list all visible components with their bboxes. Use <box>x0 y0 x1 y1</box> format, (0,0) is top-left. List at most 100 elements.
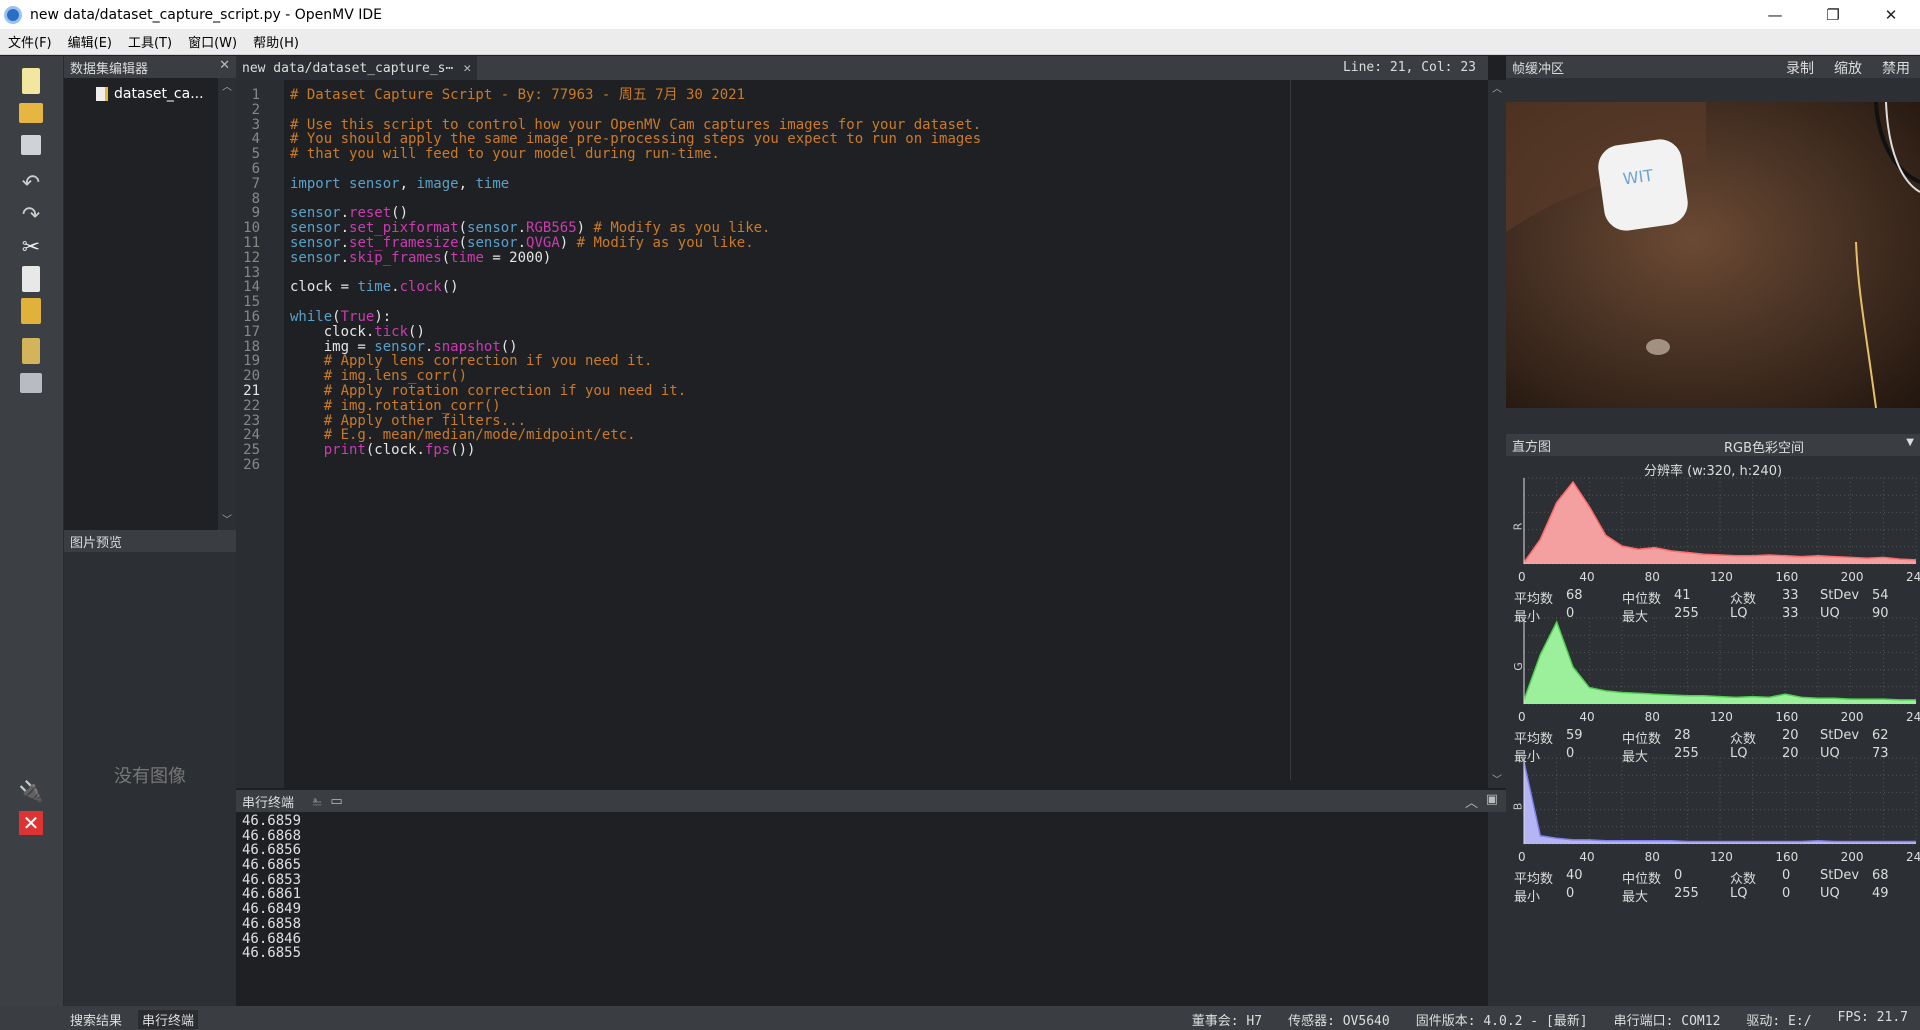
stat-label: 中位数 <box>1622 732 1662 747</box>
stat-value: 255 <box>1674 886 1699 901</box>
stat-label: StDev <box>1820 588 1860 603</box>
connect-icon: 🔌 <box>18 779 44 803</box>
copy-icon <box>22 266 40 292</box>
serial-output-line: 46.6856 <box>242 842 302 859</box>
openmv-ide-window: new data/dataset_capture_script.py - Ope… <box>0 0 1920 1030</box>
dataset-scrollbar[interactable]: ︿ ﹀ <box>218 78 236 530</box>
menu-help[interactable]: 帮助(H) <box>245 32 307 51</box>
stop-button[interactable]: ✕ <box>14 808 48 838</box>
tick-label: 200 <box>1840 570 1864 584</box>
redo-icon: ↷ <box>21 202 41 228</box>
window-title: new data/dataset_capture_script.py - Ope… <box>30 6 382 23</box>
serial-scrollbar[interactable] <box>1488 812 1506 1006</box>
code-line: sensor.skip_frames(time = 2000) <box>290 249 552 266</box>
close-window-button[interactable]: ✕ <box>1862 0 1920 29</box>
zoom-button[interactable]: 缩放 <box>1824 56 1872 80</box>
cut-button[interactable]: ✂ <box>14 232 48 262</box>
stat-value: 20 <box>1782 728 1799 743</box>
code-line: import sensor, image, time <box>290 175 510 192</box>
undo-button[interactable]: ↶ <box>14 168 48 198</box>
serial-output-line: 46.6865 <box>242 857 302 874</box>
minimize-button[interactable]: — <box>1746 0 1804 29</box>
stat-label: 中位数 <box>1622 592 1662 607</box>
stat-label: 中位数 <box>1622 872 1662 887</box>
save-icon <box>21 135 41 155</box>
stat-value: 59 <box>1566 728 1583 743</box>
tick-label: 120 <box>1710 710 1733 724</box>
color-space-select[interactable]: RGB色彩空间 <box>1724 437 1804 456</box>
stat-value: 0 <box>1782 868 1791 883</box>
save-button[interactable] <box>14 130 48 160</box>
dataset-tree: dataset_ca... <box>64 78 218 530</box>
new-file-button[interactable] <box>14 66 48 96</box>
disable-button[interactable]: 禁用 <box>1872 56 1920 80</box>
serial-terminal-header: 串行终端 ⎁ ▭ ︿ ▣ <box>236 790 1506 812</box>
menu-window[interactable]: 窗口(W) <box>180 32 245 51</box>
search-results-tab[interactable]: 搜索结果 <box>70 1010 122 1029</box>
serial-terminal-title: 串行终端 <box>242 795 295 811</box>
copy-button[interactable] <box>14 264 48 294</box>
dataset-capture-icon <box>20 373 42 393</box>
clear-terminal-icon[interactable]: ⎁ <box>312 794 322 809</box>
stats-row: 最小 0 最大 255 LQ 0 UQ 49 <box>1514 886 1920 905</box>
stat-value: 0 <box>1566 886 1575 901</box>
firmware-status[interactable]: 固件版本: 4.0.2 - [最新] <box>1416 1010 1588 1029</box>
paste-button[interactable] <box>14 296 48 326</box>
stat-value: 62 <box>1872 728 1889 743</box>
editor-tab[interactable]: new data/dataset_capture_s⋯ ✕ <box>236 56 478 80</box>
stat-label: 平均数 <box>1514 872 1554 887</box>
code-line: clock = time.clock() <box>290 279 459 296</box>
histogram-b: B04080120160200240平均数40中位数0众数0StDev68最小0… <box>1506 756 1920 926</box>
close-tab-icon[interactable]: ✕ <box>463 61 471 76</box>
capture-dataset-button[interactable] <box>14 368 48 398</box>
tick-label: 120 <box>1710 850 1733 864</box>
close-panel-icon[interactable]: ✕ <box>219 58 230 73</box>
cursor-position: Line: 21, Col: 23 <box>1342 60 1476 75</box>
dataset-editor-header: 数据集编辑器 ✕ <box>64 56 236 78</box>
stat-value: 68 <box>1566 588 1583 603</box>
maximize-terminal-icon[interactable]: ▣ <box>1486 792 1498 807</box>
frame-buffer-header: 帧缓冲区 录制 缩放 禁用 <box>1506 56 1920 78</box>
tick-label: 80 <box>1644 850 1660 864</box>
serial-output-line: 46.6859 <box>242 813 302 829</box>
save-terminal-icon[interactable]: ▭ <box>330 794 342 809</box>
serial-terminal-tab[interactable]: 串行终端 <box>138 1010 199 1029</box>
stat-label: 最小 <box>1514 890 1541 905</box>
tick-label: 240 <box>1906 710 1920 724</box>
redo-button[interactable]: ↷ <box>14 200 48 230</box>
code-text-area[interactable]: # Dataset Capture Script - By: 77963 - 周… <box>286 80 1416 788</box>
code-line: # that you will feed to your model durin… <box>290 146 720 163</box>
stat-label: 众数 <box>1730 592 1757 607</box>
menu-tools[interactable]: 工具(T) <box>120 32 180 51</box>
collapse-terminal-icon[interactable]: ︿ <box>1465 792 1478 811</box>
stat-label: LQ <box>1730 886 1748 901</box>
menu-edit[interactable]: 编辑(E) <box>60 32 120 51</box>
menu-file[interactable]: 文件(F) <box>0 32 60 51</box>
restore-button[interactable]: ❐ <box>1804 0 1862 29</box>
camera-frame-svg: WIT <box>1506 102 1920 408</box>
histogram-plot <box>1523 477 1917 565</box>
tick-label: 0 <box>1518 850 1526 864</box>
new-dataset-button[interactable] <box>14 336 48 366</box>
tick-label: 200 <box>1840 850 1864 864</box>
record-button[interactable]: 录制 <box>1776 56 1824 80</box>
chevron-down-icon[interactable]: ▼ <box>1906 437 1914 448</box>
open-file-button[interactable] <box>14 98 48 128</box>
connect-button[interactable]: 🔌 <box>14 776 48 806</box>
tick-label: 160 <box>1775 710 1799 724</box>
serial-output-line: 46.6861 <box>242 886 302 903</box>
dataset-tree-item[interactable]: dataset_ca... <box>96 86 204 102</box>
tick-label: 240 <box>1906 850 1920 864</box>
histogram-title: 直方图 <box>1512 439 1552 455</box>
frame-buffer-panel: 帧缓冲区 录制 缩放 禁用 WIT 直方图 RGB色彩空间 ▼ 分辨率 (w:3… <box>1506 56 1920 1006</box>
stat-label: StDev <box>1820 728 1860 743</box>
tick-label: 80 <box>1644 710 1660 724</box>
stat-value: 0 <box>1782 886 1791 901</box>
histogram-x-ticks: 0 40 80 120 160 200 240 <box>1518 850 1920 864</box>
code-line: # Dataset Capture Script - By: 77963 - 周… <box>290 87 746 103</box>
editor-scrollbar[interactable]: ︿ ﹀ <box>1488 80 1506 788</box>
stat-label: UQ <box>1820 886 1840 901</box>
histogram-x-ticks: 0 40 80 120 160 200 240 <box>1518 570 1920 584</box>
title-bar: new data/dataset_capture_script.py - Ope… <box>0 0 1920 29</box>
stat-value: 33 <box>1782 588 1799 603</box>
